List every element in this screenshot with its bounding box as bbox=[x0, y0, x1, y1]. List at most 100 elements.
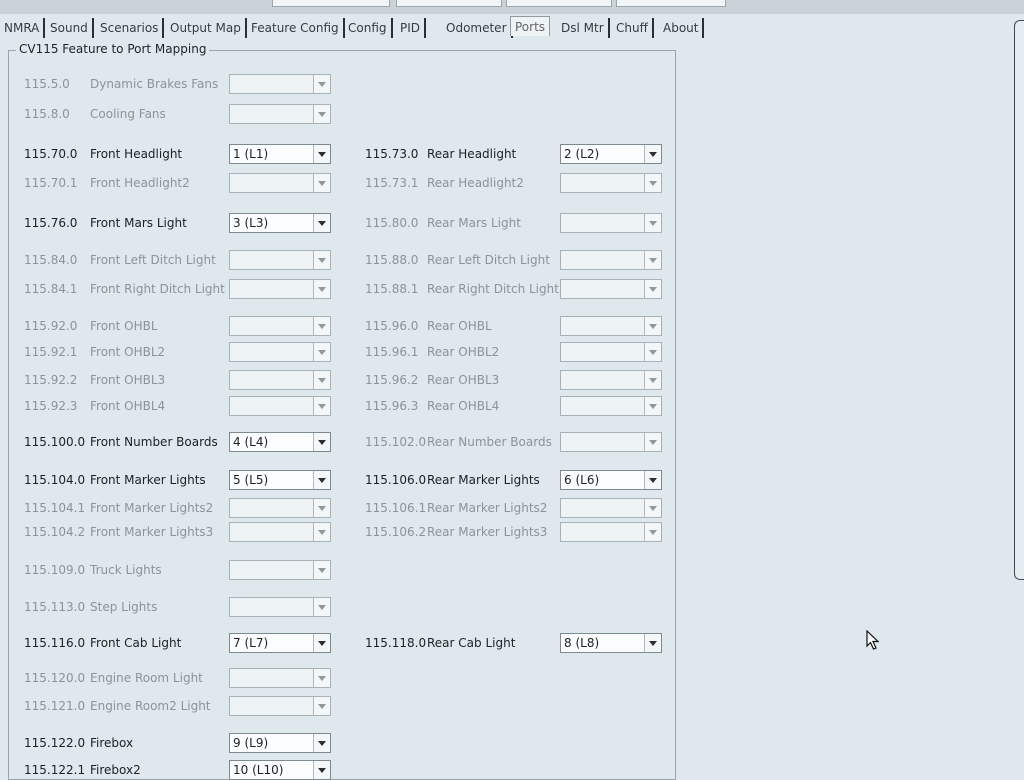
chevron-down-icon[interactable] bbox=[644, 433, 661, 451]
feature-label: Rear Marker Lights3 bbox=[427, 525, 548, 539]
chevron-down-icon[interactable] bbox=[313, 761, 330, 779]
port-select[interactable] bbox=[560, 213, 662, 233]
chevron-down-icon[interactable] bbox=[644, 499, 661, 517]
tab-dsl-mtr[interactable]: Dsl Mtr bbox=[557, 18, 610, 38]
tab-ports[interactable]: Ports bbox=[510, 16, 551, 36]
port-select[interactable] bbox=[229, 173, 331, 193]
tab-scenarios[interactable]: Scenarios bbox=[96, 18, 165, 38]
port-select[interactable]: 4 (L4) bbox=[229, 432, 331, 452]
port-select[interactable] bbox=[229, 250, 331, 270]
chevron-down-icon[interactable] bbox=[644, 214, 661, 232]
port-select[interactable] bbox=[229, 522, 331, 542]
chevron-down-icon[interactable] bbox=[644, 397, 661, 415]
chevron-down-icon[interactable] bbox=[313, 523, 330, 541]
tab-output-map[interactable]: Output Map bbox=[166, 18, 247, 38]
chevron-down-icon[interactable] bbox=[313, 145, 330, 163]
port-select[interactable] bbox=[229, 370, 331, 390]
feature-cv-id: 115.106.2 bbox=[365, 525, 427, 539]
chevron-down-icon[interactable] bbox=[313, 397, 330, 415]
port-select[interactable] bbox=[229, 316, 331, 336]
port-select[interactable] bbox=[560, 342, 662, 362]
chevron-down-icon[interactable] bbox=[644, 251, 661, 269]
chevron-down-icon[interactable] bbox=[313, 634, 330, 652]
top-button-1[interactable] bbox=[272, 0, 390, 7]
port-select[interactable] bbox=[229, 668, 331, 688]
tab-nmra[interactable]: NMRA bbox=[0, 18, 46, 38]
feature-label: Rear Number Boards bbox=[427, 435, 552, 449]
chevron-down-icon[interactable] bbox=[644, 523, 661, 541]
tab-chuff[interactable]: Chuff bbox=[612, 18, 654, 38]
feature-cv-id: 115.100.0 bbox=[24, 435, 86, 449]
port-select[interactable] bbox=[560, 173, 662, 193]
port-select[interactable] bbox=[229, 74, 331, 94]
port-select[interactable] bbox=[229, 342, 331, 362]
port-select[interactable] bbox=[229, 498, 331, 518]
tab-sound[interactable]: Sound bbox=[46, 18, 94, 38]
tab-feature-config[interactable]: Feature Config bbox=[247, 18, 345, 38]
chevron-down-icon[interactable] bbox=[313, 371, 330, 389]
chevron-down-icon[interactable] bbox=[313, 75, 330, 93]
chevron-down-icon[interactable] bbox=[313, 280, 330, 298]
group-title: CV115 Feature to Port Mapping bbox=[16, 42, 210, 56]
port-select-value: 6 (L6) bbox=[564, 473, 600, 487]
feature-cv-id: 115.80.0 bbox=[365, 216, 419, 230]
chevron-down-icon[interactable] bbox=[313, 214, 330, 232]
port-select[interactable]: 2 (L2) bbox=[560, 144, 662, 164]
chevron-down-icon[interactable] bbox=[313, 499, 330, 517]
tab-odometer[interactable]: Odometer bbox=[442, 18, 513, 38]
port-select[interactable]: 5 (L5) bbox=[229, 470, 331, 490]
chevron-down-icon[interactable] bbox=[313, 343, 330, 361]
feature-label: Front Cab Light bbox=[90, 636, 182, 650]
port-select[interactable] bbox=[229, 104, 331, 124]
port-select[interactable] bbox=[229, 696, 331, 716]
port-select[interactable] bbox=[560, 316, 662, 336]
chevron-down-icon[interactable] bbox=[644, 174, 661, 192]
chevron-down-icon[interactable] bbox=[313, 669, 330, 687]
port-select[interactable] bbox=[229, 597, 331, 617]
chevron-down-icon[interactable] bbox=[644, 317, 661, 335]
port-select[interactable] bbox=[229, 396, 331, 416]
top-button-4[interactable] bbox=[616, 0, 726, 7]
chevron-down-icon[interactable] bbox=[313, 317, 330, 335]
tab-about[interactable]: About bbox=[659, 18, 705, 38]
chevron-down-icon[interactable] bbox=[644, 343, 661, 361]
tab-pid[interactable]: PID bbox=[396, 18, 427, 38]
chevron-down-icon[interactable] bbox=[313, 251, 330, 269]
port-select[interactable] bbox=[560, 396, 662, 416]
feature-label: Dynamic Brakes Fans bbox=[90, 77, 219, 91]
chevron-down-icon[interactable] bbox=[313, 734, 330, 752]
chevron-down-icon[interactable] bbox=[313, 174, 330, 192]
port-select[interactable]: 1 (L1) bbox=[229, 144, 331, 164]
port-select[interactable]: 7 (L7) bbox=[229, 633, 331, 653]
port-select[interactable]: 9 (L9) bbox=[229, 733, 331, 753]
port-select[interactable]: 6 (L6) bbox=[560, 470, 662, 490]
port-select[interactable] bbox=[229, 560, 331, 580]
port-select[interactable] bbox=[560, 432, 662, 452]
tab-config[interactable]: Config bbox=[344, 18, 393, 38]
port-select-value: 7 (L7) bbox=[233, 636, 269, 650]
feature-cv-id: 115.84.1 bbox=[24, 282, 78, 296]
port-select[interactable] bbox=[229, 279, 331, 299]
chevron-down-icon[interactable] bbox=[313, 105, 330, 123]
chevron-down-icon[interactable] bbox=[644, 634, 661, 652]
port-select[interactable]: 8 (L8) bbox=[560, 633, 662, 653]
port-select[interactable] bbox=[560, 370, 662, 390]
chevron-down-icon[interactable] bbox=[644, 280, 661, 298]
top-button-2[interactable] bbox=[396, 0, 502, 7]
chevron-down-icon[interactable] bbox=[644, 471, 661, 489]
chevron-down-icon[interactable] bbox=[313, 471, 330, 489]
chevron-down-icon[interactable] bbox=[313, 433, 330, 451]
port-select[interactable] bbox=[560, 522, 662, 542]
port-select[interactable]: 10 (L10) bbox=[229, 760, 331, 780]
chevron-down-icon[interactable] bbox=[644, 371, 661, 389]
top-button-3[interactable] bbox=[506, 0, 612, 7]
chevron-down-icon[interactable] bbox=[313, 561, 330, 579]
port-select[interactable] bbox=[560, 279, 662, 299]
port-select[interactable] bbox=[560, 498, 662, 518]
feature-cv-id: 115.92.2 bbox=[24, 373, 78, 387]
port-select[interactable]: 3 (L3) bbox=[229, 213, 331, 233]
chevron-down-icon[interactable] bbox=[313, 697, 330, 715]
chevron-down-icon[interactable] bbox=[313, 598, 330, 616]
port-select[interactable] bbox=[560, 250, 662, 270]
chevron-down-icon[interactable] bbox=[644, 145, 661, 163]
